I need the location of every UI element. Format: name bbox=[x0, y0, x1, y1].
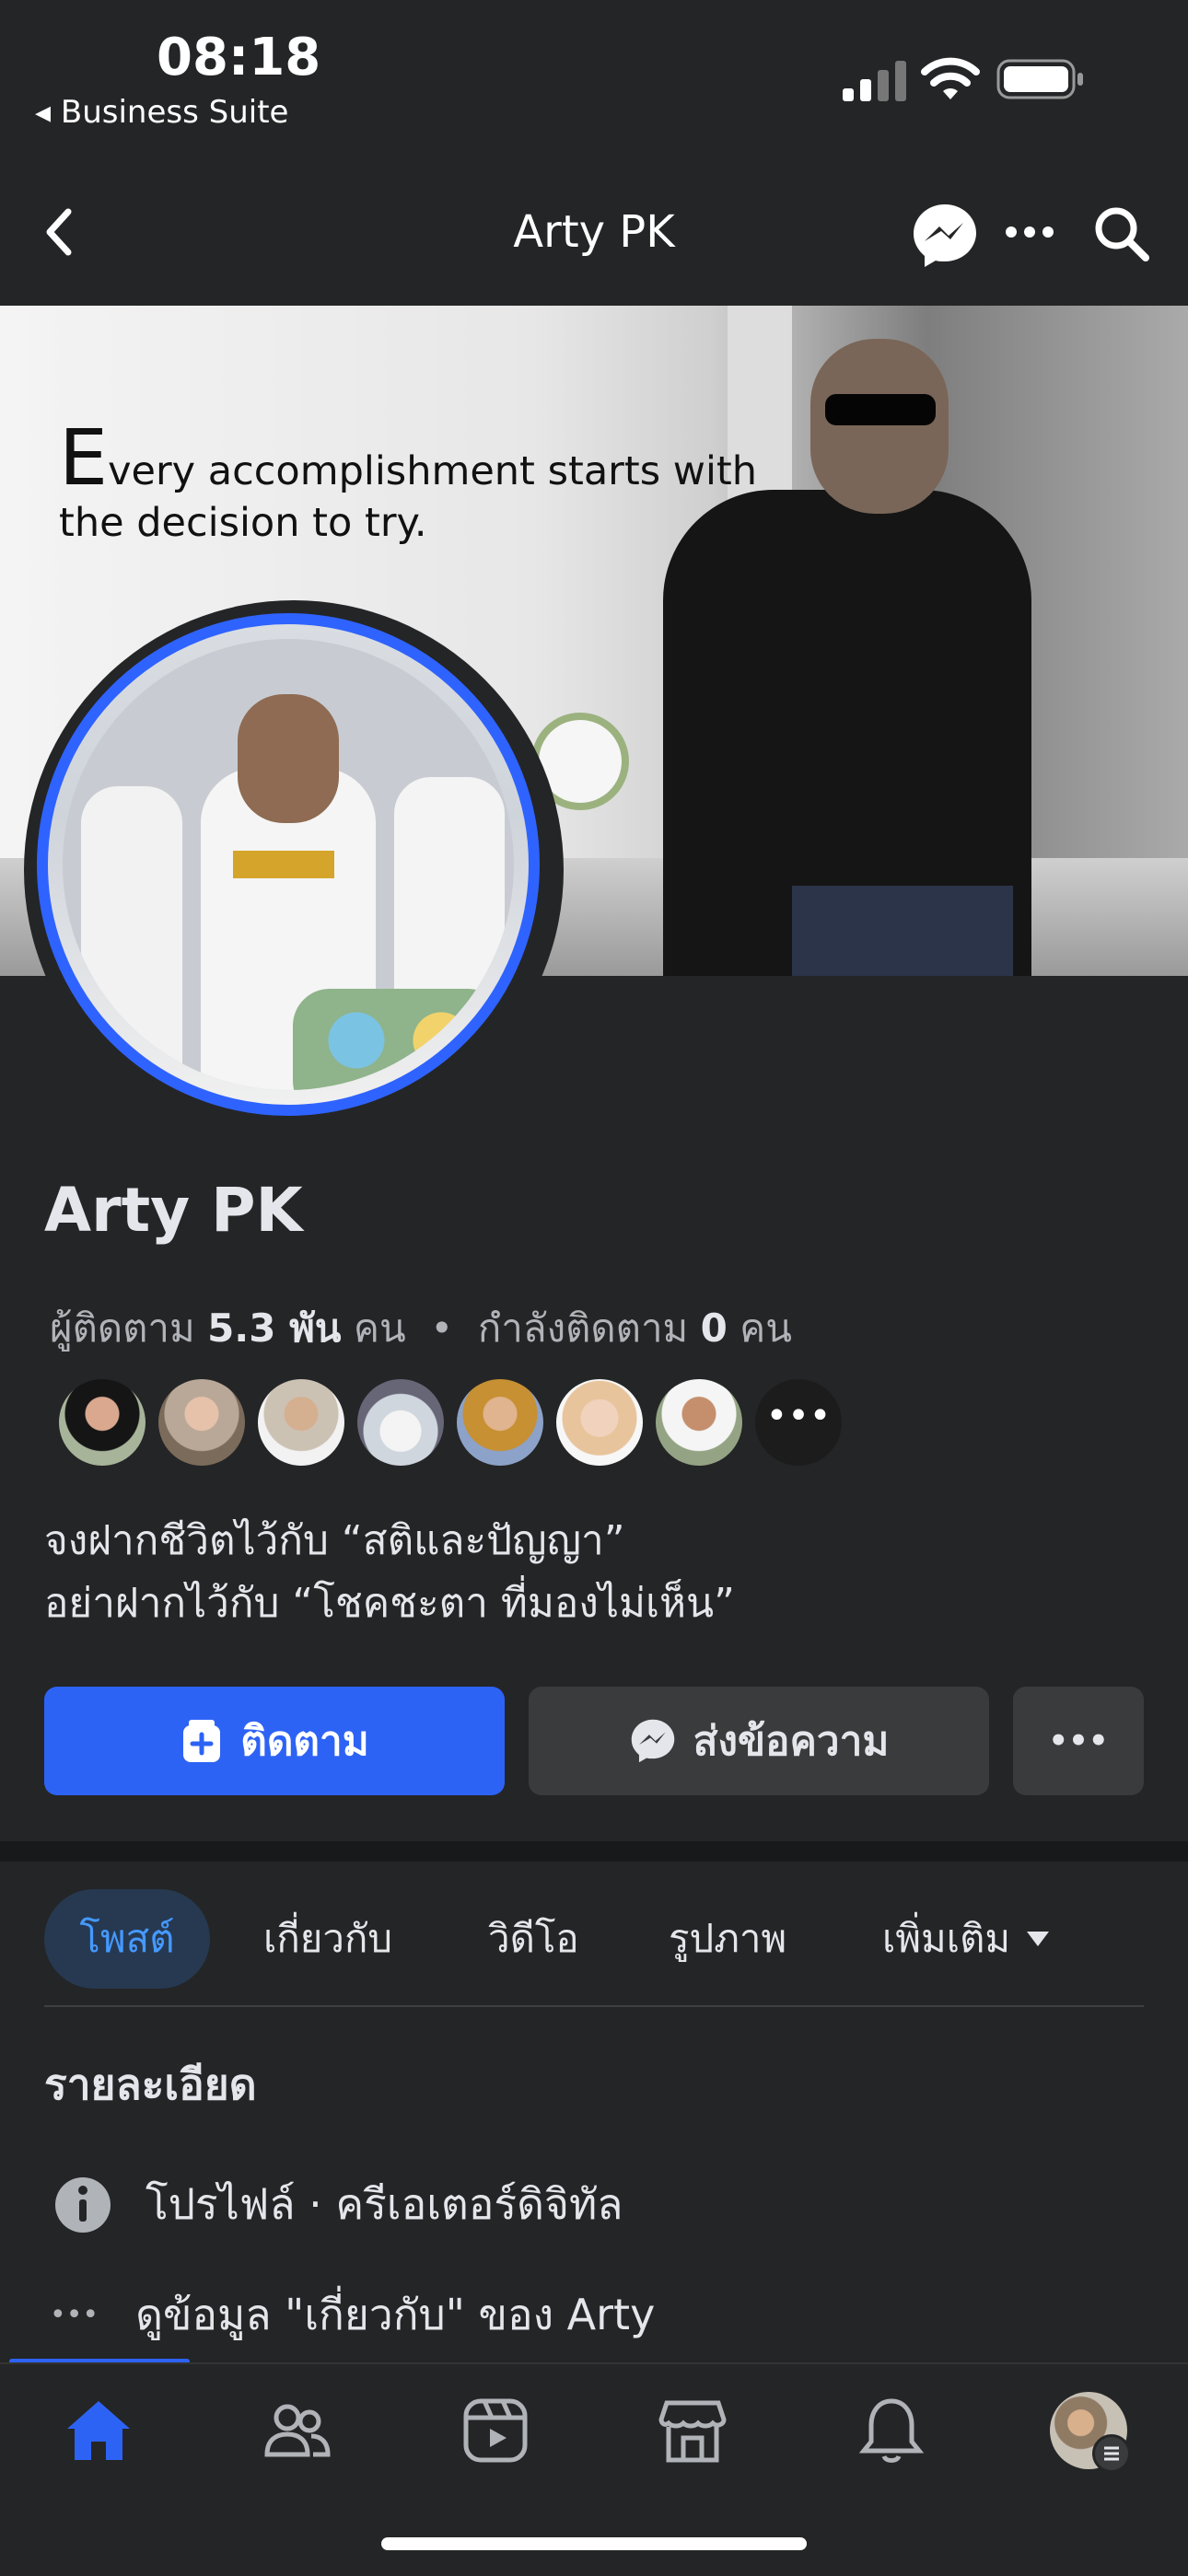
battery-icon bbox=[996, 59, 1085, 103]
see-about-info-text: ดูข้อมูล "เกี่ยวกับ" ของ Arty bbox=[135, 2290, 656, 2339]
message-label: ส่งข้อความ bbox=[693, 1718, 890, 1765]
back-to-app-link[interactable]: ◂ Business Suite bbox=[35, 94, 288, 131]
marketplace-icon[interactable] bbox=[656, 2394, 729, 2467]
avatar-insignia bbox=[233, 851, 334, 878]
follower-avatar[interactable] bbox=[556, 1379, 643, 1466]
more-followers-icon[interactable]: ••• bbox=[755, 1379, 842, 1466]
followers-label: ผู้ติดตาม bbox=[50, 1305, 195, 1351]
follower-avatar[interactable] bbox=[357, 1379, 444, 1466]
follower-avatar[interactable] bbox=[258, 1379, 344, 1466]
friends-icon[interactable] bbox=[260, 2394, 333, 2467]
follower-avatar[interactable] bbox=[656, 1379, 742, 1466]
cover-person-jeans bbox=[792, 886, 1013, 976]
sunglasses bbox=[825, 394, 936, 425]
more-icon: ••• bbox=[50, 2299, 99, 2331]
follower-avatar[interactable] bbox=[457, 1379, 543, 1466]
follower-avatar[interactable] bbox=[158, 1379, 245, 1466]
caret-down-icon bbox=[1025, 1930, 1051, 1948]
info-icon bbox=[53, 2176, 112, 2234]
menu-icon bbox=[1092, 2434, 1131, 2473]
following-unit: คน bbox=[740, 1305, 792, 1351]
detail-category-text: โปรไฟล์ · ครีเอเตอร์ดิจิทัล bbox=[146, 2179, 623, 2229]
tab-more[interactable]: เพิ่มเติม bbox=[882, 1889, 1051, 1989]
see-about-info-link[interactable]: ••• ดูข้อมูล "เกี่ยวกับ" ของ Arty bbox=[50, 2281, 655, 2349]
follow-label: ติดตาม bbox=[240, 1718, 369, 1765]
wifi-icon bbox=[921, 57, 980, 105]
tab-photos[interactable]: รูปภาพ bbox=[669, 1889, 786, 1989]
tab-posts[interactable]: โพสต์ bbox=[44, 1889, 210, 1989]
avatar-flowers bbox=[293, 989, 505, 1090]
follower-avatar[interactable] bbox=[59, 1379, 146, 1466]
profile-name: Arty PK bbox=[44, 1175, 303, 1246]
tabs-divider bbox=[44, 2005, 1144, 2007]
status-time: 08:18 bbox=[157, 28, 321, 87]
details-heading: รายละเอียด bbox=[44, 2060, 257, 2109]
avatar-photo bbox=[63, 639, 514, 1090]
follower-stats[interactable]: ผู้ติดตาม 5.3 พัน คน • กำลังติดตาม 0 คน bbox=[50, 1298, 792, 1359]
signal-icon bbox=[843, 61, 907, 105]
tab-more-label: เพิ่มเติม bbox=[882, 1916, 1011, 1961]
home-icon[interactable] bbox=[62, 2394, 135, 2467]
tab-about[interactable]: เกี่ยวกับ bbox=[263, 1889, 392, 1989]
avatar-figure-head bbox=[238, 694, 339, 823]
bio-line: จงฝากชีวิตไว้กับ “สติและปัญญา” bbox=[44, 1517, 625, 1564]
follow-button[interactable]: ติดตาม bbox=[44, 1687, 505, 1795]
follow-icon bbox=[180, 1718, 224, 1764]
followers-count: 5.3 พัน bbox=[207, 1305, 342, 1351]
video-icon[interactable] bbox=[459, 2394, 532, 2467]
home-indicator bbox=[381, 2537, 807, 2550]
cover-person-head bbox=[810, 339, 949, 514]
more-actions-button[interactable]: ••• bbox=[1013, 1687, 1144, 1795]
section-divider bbox=[0, 1841, 1188, 1862]
detail-category-row: โปรไฟล์ · ครีเอเตอร์ดิจิทัล bbox=[53, 2171, 623, 2238]
tab-videos[interactable]: วิดีโอ bbox=[488, 1889, 579, 1989]
profile-avatar[interactable] bbox=[1050, 2392, 1131, 2473]
more-icon: ••• bbox=[1048, 1723, 1109, 1759]
stats-separator: • bbox=[430, 1305, 454, 1351]
search-icon[interactable] bbox=[1092, 204, 1151, 267]
bio-line: อย่าฝากไว้กับ “โชคชะตา ที่มองไม่เห็น” bbox=[44, 1580, 735, 1627]
profile-avatar[interactable] bbox=[37, 613, 540, 1116]
following-label: กำลังติดตาม bbox=[477, 1305, 689, 1351]
cover-quote: Every accomplishment starts with the deci… bbox=[59, 412, 758, 546]
bell-icon[interactable] bbox=[855, 2394, 928, 2467]
more-icon[interactable] bbox=[1002, 204, 1057, 263]
messenger-icon[interactable] bbox=[910, 201, 980, 274]
following-count: 0 bbox=[700, 1305, 728, 1351]
messenger-icon bbox=[629, 1717, 677, 1765]
avatar-figure bbox=[81, 786, 182, 1081]
message-button[interactable]: ส่งข้อความ bbox=[529, 1687, 989, 1795]
followers-unit: คน bbox=[353, 1305, 406, 1351]
